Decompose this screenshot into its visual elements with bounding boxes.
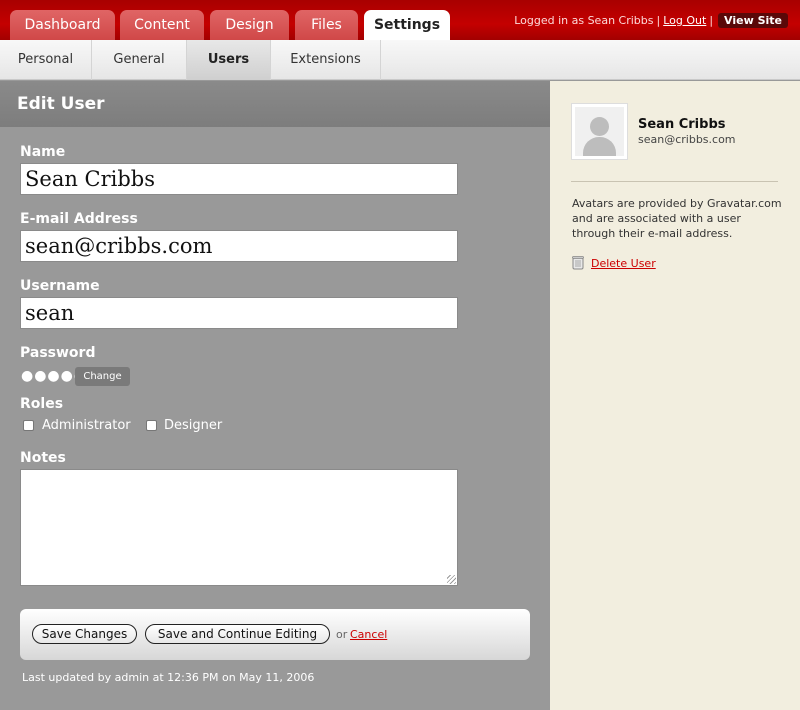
- top-header: Dashboard Content Design Files Settings …: [0, 0, 800, 40]
- separator: |: [709, 14, 714, 27]
- notes-textarea[interactable]: [20, 469, 458, 586]
- delete-user-link[interactable]: Delete User: [591, 257, 656, 270]
- last-updated-text: Last updated by admin at 12:36 PM on May…: [22, 671, 315, 684]
- save-and-continue-button[interactable]: Save and Continue Editing: [145, 624, 330, 644]
- designer-label: Designer: [164, 418, 223, 433]
- save-changes-button[interactable]: Save Changes: [32, 624, 137, 644]
- settings-subnav: Personal General Users Extensions: [0, 40, 800, 80]
- user-sidebar: Sean Cribbs sean@cribbs.com Avatars are …: [550, 81, 800, 710]
- administrator-checkbox[interactable]: [23, 420, 34, 431]
- edit-user-form: Edit User Name Sean Cribbs E-mail Addres…: [0, 81, 550, 710]
- email-field[interactable]: sean@cribbs.com: [20, 230, 458, 262]
- trash-icon: [572, 256, 584, 270]
- change-password-button[interactable]: Change: [75, 367, 130, 386]
- administrator-label: Administrator: [42, 418, 131, 433]
- roles-label: Roles: [20, 396, 64, 412]
- subtab-extensions[interactable]: Extensions: [271, 40, 381, 80]
- divider: [571, 181, 778, 182]
- gravatar-info-text: Avatars are provided by Gravatar.com and…: [572, 197, 782, 240]
- page-title: Edit User: [0, 81, 550, 127]
- sidebar-user-email: sean@cribbs.com: [638, 133, 736, 146]
- avatar: [571, 103, 628, 160]
- designer-checkbox[interactable]: [146, 420, 157, 431]
- subtab-users[interactable]: Users: [187, 40, 271, 80]
- tab-design[interactable]: Design: [210, 10, 289, 40]
- view-site-button[interactable]: View Site: [718, 13, 788, 28]
- subtab-general[interactable]: General: [92, 40, 187, 80]
- cancel-link[interactable]: Cancel: [350, 628, 387, 641]
- tab-settings[interactable]: Settings: [364, 10, 450, 40]
- form-actions: Save Changes Save and Continue Editing o…: [20, 609, 530, 660]
- separator: |: [656, 14, 661, 27]
- email-label: E-mail Address: [20, 211, 138, 227]
- logged-in-text: Logged in as Sean Cribbs: [514, 14, 654, 27]
- username-field[interactable]: sean: [20, 297, 458, 329]
- subtab-personal[interactable]: Personal: [0, 40, 92, 80]
- resize-grip-icon[interactable]: [447, 575, 456, 584]
- password-label: Password: [20, 345, 96, 361]
- user-bar: Logged in as Sean Cribbs | Log Out | View Si…: [514, 13, 788, 28]
- tab-content[interactable]: Content: [120, 10, 204, 40]
- notes-label: Notes: [20, 450, 66, 466]
- avatar-placeholder-icon: [575, 107, 624, 156]
- name-field[interactable]: Sean Cribbs: [20, 163, 458, 195]
- username-label: Username: [20, 278, 100, 294]
- or-text: or: [336, 628, 348, 641]
- logout-link[interactable]: Log Out: [663, 14, 706, 27]
- tab-files[interactable]: Files: [295, 10, 358, 40]
- name-label: Name: [20, 144, 66, 160]
- sidebar-user-name: Sean Cribbs: [638, 117, 726, 132]
- tab-dashboard[interactable]: Dashboard: [10, 10, 115, 40]
